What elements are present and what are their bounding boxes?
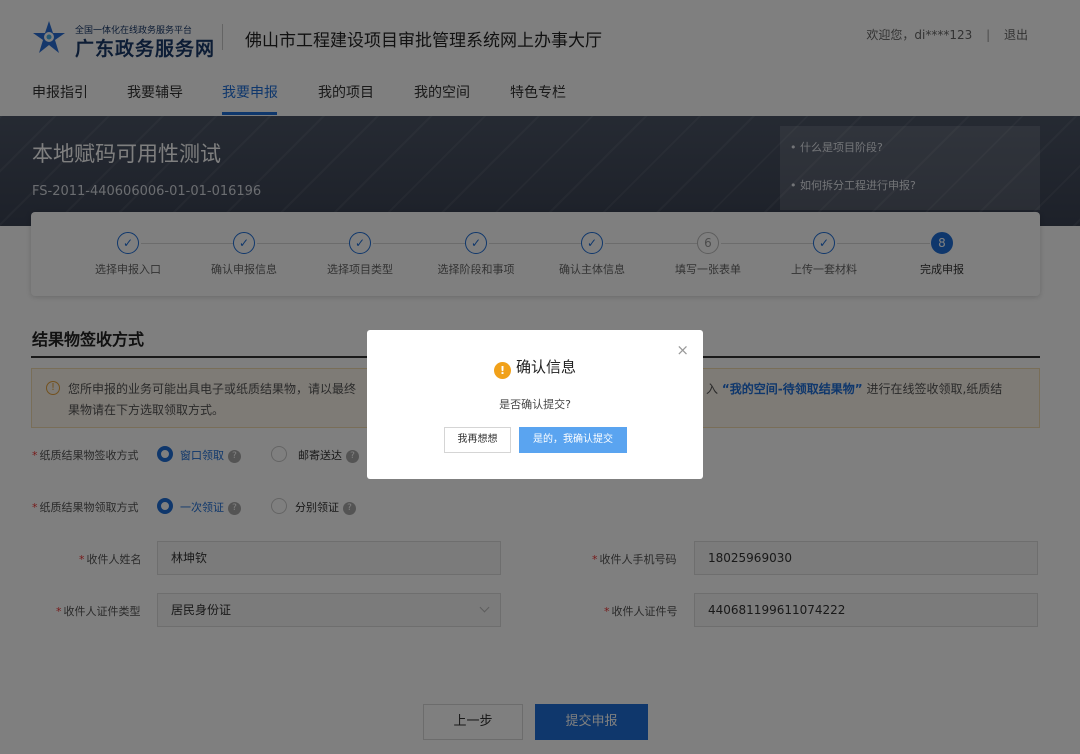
confirm-button[interactable]: 是的，我确认提交	[519, 427, 627, 453]
dialog-message: 是否确认提交?	[499, 398, 571, 411]
dialog-title: ! 确认信息	[367, 356, 703, 379]
warning-icon: !	[493, 362, 511, 379]
confirm-dialog: × ! 确认信息 是否确认提交? 我再想想 是的，我确认提交	[367, 330, 703, 479]
cancel-button[interactable]: 我再想想	[444, 427, 511, 453]
